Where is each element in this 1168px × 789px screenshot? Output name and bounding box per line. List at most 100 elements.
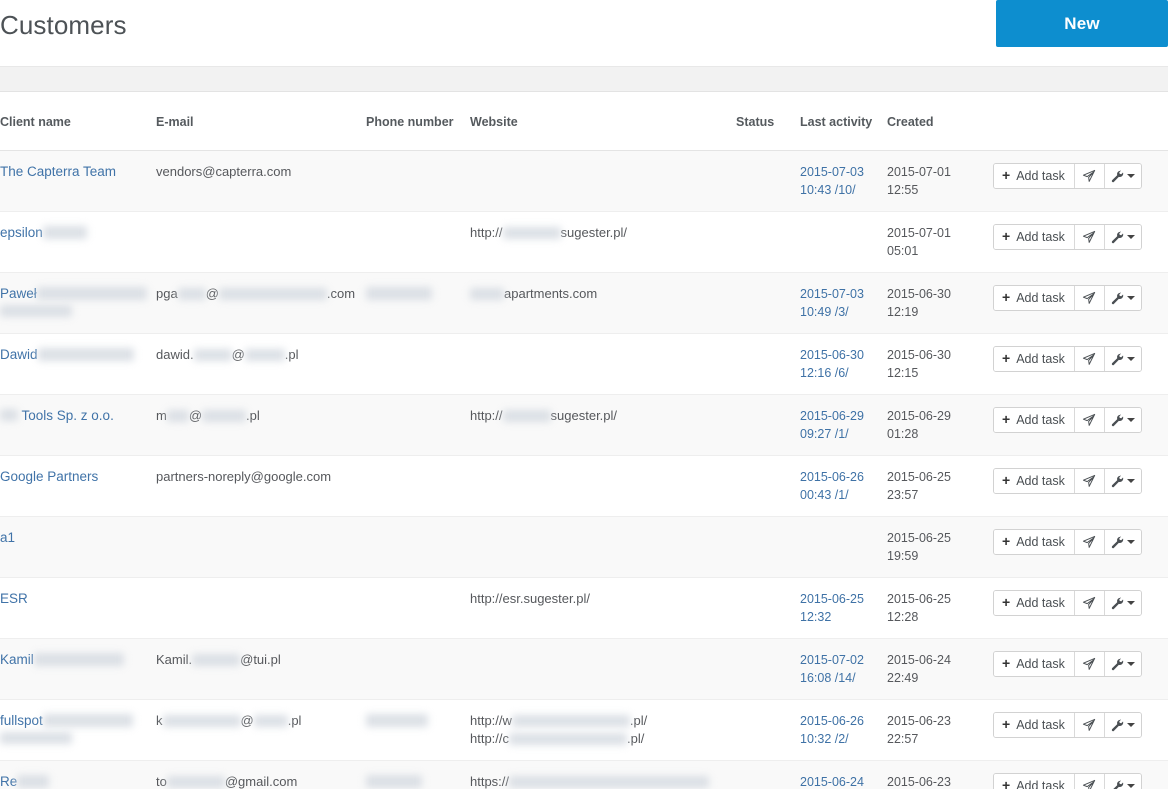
paper-plane-icon[interactable]	[1074, 530, 1105, 554]
email-text: Kamil. @tui.pl	[156, 652, 281, 667]
last-activity-link[interactable]: 12:32	[800, 608, 881, 626]
column-header-created[interactable]: Created	[887, 92, 993, 151]
add-task-button[interactable]: + Add task	[994, 347, 1075, 371]
wrench-dropdown-button[interactable]	[1104, 225, 1141, 249]
column-header-email[interactable]: E-mail	[156, 92, 366, 151]
paper-plane-icon[interactable]	[1074, 408, 1105, 432]
paper-plane-icon[interactable]	[1074, 225, 1105, 249]
paper-plane-icon[interactable]	[1074, 286, 1105, 310]
add-task-button[interactable]: + Add task	[994, 652, 1075, 676]
table-row[interactable]: Re to@gmail.com https:// 2015-06-2416:13 /6…	[0, 760, 1168, 789]
paper-plane-icon[interactable]	[1074, 591, 1105, 615]
caret-down-icon	[1126, 662, 1135, 666]
column-header-status[interactable]: Status	[736, 92, 800, 151]
client-name-link[interactable]: Google Partners	[0, 469, 98, 484]
client-name-link[interactable]: a1	[0, 530, 15, 545]
add-task-button[interactable]: + Add task	[994, 469, 1075, 493]
cell-phone-number	[366, 577, 470, 639]
table-row[interactable]: Tools Sp. z o.o. m @ .pl http://sugester.pl/…	[0, 394, 1168, 456]
table-row[interactable]: Kamil Kamil. @tui.pl 2015-07-02 16:08 /14/20…	[0, 638, 1168, 700]
last-activity-link[interactable]: 2015-06-30	[800, 346, 881, 364]
last-activity-link[interactable]: 2015-06-26	[800, 712, 881, 730]
cell-client-name: a1	[0, 516, 156, 578]
paper-plane-icon[interactable]	[1074, 774, 1105, 789]
cell-status	[736, 333, 800, 395]
wrench-dropdown-button[interactable]	[1104, 530, 1141, 554]
wrench-dropdown-button[interactable]	[1104, 713, 1141, 737]
paper-plane-icon[interactable]	[1074, 713, 1105, 737]
wrench-dropdown-button[interactable]	[1104, 408, 1141, 432]
new-button[interactable]: New	[996, 0, 1168, 47]
paper-plane-icon[interactable]	[1074, 652, 1105, 676]
column-header-phone-number[interactable]: Phone number	[366, 92, 470, 151]
client-name-link[interactable]: The Capterra Team	[0, 164, 116, 179]
row-action-button-group: + Add task	[993, 712, 1142, 738]
add-task-button[interactable]: + Add task	[994, 225, 1075, 249]
wrench-dropdown-button[interactable]	[1104, 164, 1141, 188]
add-task-button[interactable]: + Add task	[994, 530, 1075, 554]
paper-plane-icon[interactable]	[1074, 347, 1105, 371]
client-name-link[interactable]: epsilon	[0, 225, 87, 240]
created-text: 12:19	[887, 305, 919, 319]
wrench-dropdown-button[interactable]	[1104, 469, 1141, 493]
client-name-link[interactable]: Paweł	[0, 286, 150, 318]
table-row[interactable]: ESR http://esr.sugester.pl/2015-06-25 12:3…	[0, 577, 1168, 639]
table-row[interactable]: The Capterra Team vendors@capterra.com 201…	[0, 150, 1168, 212]
add-task-button[interactable]: + Add task	[994, 164, 1075, 188]
wrench-dropdown-button[interactable]	[1104, 286, 1141, 310]
column-header-last-activity[interactable]: Last activity	[800, 92, 887, 151]
row-action-button-group: + Add task	[993, 163, 1142, 189]
table-row[interactable]: a1 2015-06-25 19:59 + Add task	[0, 516, 1168, 578]
last-activity-link[interactable]: 2015-06-29	[800, 407, 881, 425]
add-task-button[interactable]: + Add task	[994, 286, 1075, 310]
caret-down-icon	[1126, 601, 1135, 605]
table-row[interactable]: Paweł pga @ .com apartments.com 2015-07-03 10:…	[0, 272, 1168, 334]
row-action-button-group: + Add task	[993, 285, 1142, 311]
add-task-button[interactable]: + Add task	[994, 408, 1075, 432]
table-row[interactable]: Dawid dawid. @ .pl 2015-06-30 12:16 /6/2015-0…	[0, 333, 1168, 395]
add-task-button[interactable]: + Add task	[994, 713, 1075, 737]
plus-icon: +	[1002, 716, 1011, 732]
last-activity-link[interactable]: 2015-07-02	[800, 651, 881, 669]
client-name-link[interactable]: fullspot	[0, 713, 150, 745]
add-task-button[interactable]: + Add task	[994, 774, 1075, 789]
last-activity-link[interactable]: 16:08 /14/	[800, 669, 881, 687]
table-row[interactable]: epsilon http://sugester.pl/2015-07-01 05:0…	[0, 211, 1168, 273]
cell-actions: + Add task	[993, 394, 1168, 456]
wrench-dropdown-button[interactable]	[1104, 774, 1141, 789]
last-activity-link[interactable]: 2015-07-03	[800, 285, 881, 303]
last-activity-link[interactable]: 09:27 /1/	[800, 425, 881, 443]
client-name-link[interactable]: Dawid	[0, 347, 134, 362]
wrench-dropdown-button[interactable]	[1104, 347, 1141, 371]
caret-down-icon	[1126, 723, 1135, 727]
last-activity-link[interactable]: 2015-07-03	[800, 163, 881, 181]
cell-website	[470, 150, 736, 212]
wrench-dropdown-button[interactable]	[1104, 591, 1141, 615]
redacted-text	[33, 652, 124, 666]
last-activity-link[interactable]: 10:43 /10/	[800, 181, 881, 199]
add-task-button[interactable]: + Add task	[994, 591, 1075, 615]
last-activity-link[interactable]: 2015-06-26	[800, 468, 881, 486]
paper-plane-icon[interactable]	[1074, 164, 1105, 188]
column-header-website[interactable]: Website	[470, 92, 736, 151]
table-row[interactable]: Google Partners partners-noreply@google.c…	[0, 455, 1168, 517]
paper-plane-icon[interactable]	[1074, 469, 1105, 493]
last-activity-link[interactable]: 10:32 /2/	[800, 730, 881, 748]
client-name-link[interactable]: Tools Sp. z o.o.	[0, 408, 114, 423]
created-text: 12:55	[887, 183, 919, 197]
cell-last-activity	[800, 211, 887, 273]
last-activity-link[interactable]: 10:49 /3/	[800, 303, 881, 321]
cell-phone-number	[366, 455, 470, 517]
column-header-client-name[interactable]: Client name	[0, 92, 156, 151]
client-name-link[interactable]: Kamil	[0, 652, 124, 667]
last-activity-link[interactable]: 12:16 /6/	[800, 364, 881, 382]
last-activity-link[interactable]: 00:43 /1/	[800, 486, 881, 504]
last-activity-link[interactable]: 2015-06-25	[800, 590, 881, 608]
add-task-label: Add task	[1016, 596, 1065, 610]
table-row[interactable]: fullspot k @ .pl http://w .pl/http://c .pl/201…	[0, 699, 1168, 761]
cell-status	[736, 577, 800, 639]
client-name-link[interactable]: ESR	[0, 591, 28, 606]
wrench-dropdown-button[interactable]	[1104, 652, 1141, 676]
client-name-link[interactable]: Re	[0, 774, 50, 789]
last-activity-link[interactable]: 2015-06-24	[800, 773, 881, 789]
